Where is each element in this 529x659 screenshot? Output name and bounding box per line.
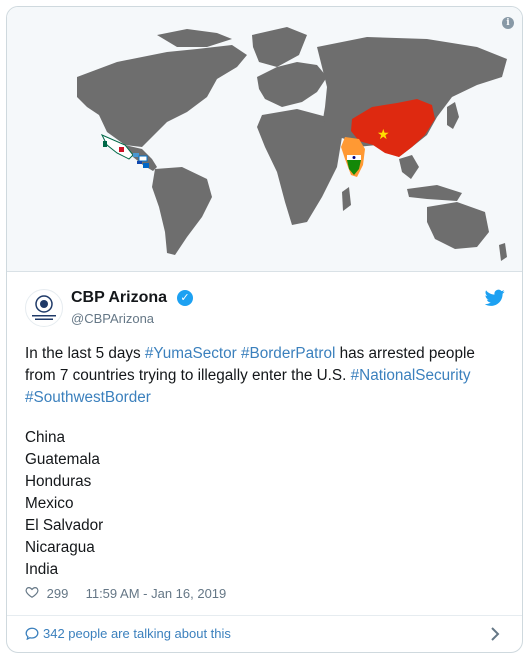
nicaragua-highlight (143, 163, 149, 168)
hashtag-link[interactable]: #NationalSecurity (351, 367, 471, 384)
hashtag-link[interactable]: #BorderPatrol (241, 345, 335, 362)
guatemala-highlight (133, 153, 139, 157)
tweet-card[interactable]: ★ i CBP Arizona ✓ @CBPArizona In the las… (6, 6, 523, 653)
honduras-highlight (138, 155, 148, 162)
canada-arctic-landmass (157, 29, 232, 47)
like-count: 299 (46, 586, 69, 602)
list-item: El Salvador (25, 517, 104, 534)
china-flag-star: ★ (377, 127, 390, 143)
europe-landmass (257, 62, 327, 107)
hashtag-link[interactable]: #YumaSector (145, 345, 237, 362)
world-map: ★ (77, 27, 507, 261)
list-item: Nicaragua (25, 539, 95, 556)
display-name[interactable]: CBP Arizona (71, 289, 167, 307)
north-america-landmass (77, 45, 247, 147)
world-map-image[interactable]: ★ i (7, 7, 522, 272)
new-zealand-landmass (499, 243, 507, 261)
conversation-link[interactable]: 342 people are talking about this (25, 626, 231, 641)
south-america-landmass (152, 167, 212, 255)
madagascar-landmass (342, 187, 351, 211)
heart-icon (25, 587, 39, 598)
list-item: India (25, 561, 59, 578)
tweet-text-prefix: In the last 5 days (25, 345, 145, 362)
mexico-flag-red (119, 147, 124, 152)
tweet-header: CBP Arizona ✓ @CBPArizona (25, 289, 505, 329)
list-item: Honduras (25, 473, 92, 490)
avatar[interactable] (25, 289, 63, 327)
india-flag-chakra (352, 156, 356, 159)
tweet-footer[interactable]: 342 people are talking about this (7, 615, 522, 652)
twitter-bird-icon[interactable] (485, 289, 505, 307)
australia-landmass (427, 202, 489, 249)
verified-badge-icon: ✓ (177, 290, 193, 306)
japan-landmass (447, 102, 459, 129)
hashtag-link[interactable]: #SouthwestBorder (25, 389, 151, 406)
dhs-seal-icon (32, 295, 56, 320)
speech-bubble-icon (25, 627, 39, 641)
like-button[interactable] (25, 585, 43, 602)
country-list: China Guatemala Honduras Mexico El Salva… (25, 427, 103, 581)
greenland-landmass (252, 27, 307, 67)
tweet-body: In the last 5 days #YumaSector #BorderPa… (25, 343, 505, 409)
info-icon[interactable]: i (502, 17, 514, 29)
el-salvador-highlight (137, 161, 142, 164)
southeast-asia-landmass (399, 155, 419, 179)
user-handle[interactable]: @CBPArizona (71, 311, 154, 326)
mexico-flag-green (103, 141, 107, 147)
chevron-right-icon[interactable] (490, 627, 500, 641)
talking-count-text: 342 people are talking about this (43, 626, 231, 641)
list-item: Mexico (25, 495, 74, 512)
list-item: China (25, 429, 65, 446)
list-item: Guatemala (25, 451, 100, 468)
tweet-meta: 299 11:59 AM - Jan 16, 2019 (25, 585, 226, 605)
tweet-timestamp[interactable]: 11:59 AM - Jan 16, 2019 (86, 586, 227, 601)
indonesia-landmass (407, 185, 462, 201)
